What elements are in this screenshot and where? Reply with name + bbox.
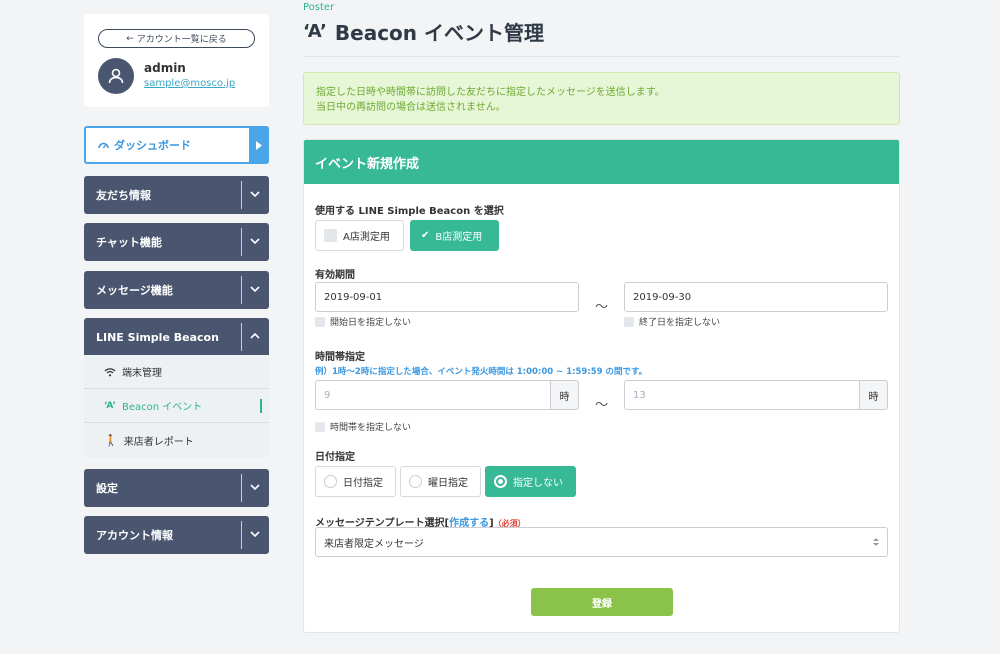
chevron-down-icon xyxy=(250,531,260,538)
day-option-label: 指定しない xyxy=(513,478,563,489)
radio-icon xyxy=(324,475,337,488)
period-label: 有効期間 xyxy=(315,270,355,281)
beacon-select-label: 使用する LINE Simple Beacon を選択 xyxy=(315,206,504,217)
checkbox-icon xyxy=(324,229,337,242)
profile-card: ← アカウント一覧に戻る admin sample@mosco.jp xyxy=(84,14,269,107)
sidebar: ← アカウント一覧に戻る admin sample@mosco.jp ダッシュボ… xyxy=(0,0,285,654)
select-arrows-icon xyxy=(873,538,879,546)
time-end-input[interactable]: 13 xyxy=(624,380,860,410)
dashboard-gauge-icon xyxy=(98,142,109,149)
checkbox-label: 終了日を指定しない xyxy=(639,318,721,328)
sidebar-item-label: 設定 xyxy=(96,482,118,495)
beacon-option-b[interactable]: ✔ B店測定用 xyxy=(410,220,499,251)
no-end-checkbox[interactable]: 終了日を指定しない xyxy=(624,315,720,328)
user-icon xyxy=(108,68,124,84)
subitem-label: 来店者レポート xyxy=(123,436,194,448)
subitem-label: 端末管理 xyxy=(122,368,162,379)
subitem-label: Beacon イベント xyxy=(121,402,203,413)
page-title: ‘A’ Beacon イベント管理 xyxy=(303,17,544,46)
divider xyxy=(303,56,900,57)
avatar xyxy=(98,58,134,94)
hour-unit: 時 xyxy=(551,380,579,410)
page-title-text: Beacon イベント管理 xyxy=(334,21,544,45)
no-start-checkbox[interactable]: 開始日を指定しない xyxy=(315,315,411,328)
card-title: イベント新規作成 xyxy=(304,140,899,184)
walking-person-icon: 🚶 xyxy=(104,433,118,447)
range-separator: 〜 xyxy=(595,398,609,413)
chevron-down-icon xyxy=(250,191,260,198)
back-to-accounts-button[interactable]: ← アカウント一覧に戻る xyxy=(98,29,255,48)
checkmark-icon: ✔ xyxy=(421,230,430,241)
start-date-input[interactable]: 2019-09-01 xyxy=(315,282,579,312)
day-option-label: 日付指定 xyxy=(343,478,383,489)
radio-icon xyxy=(409,475,422,488)
beacon-option-a[interactable]: A店測定用 xyxy=(315,220,404,251)
register-button[interactable]: 登録 xyxy=(531,588,673,616)
template-select[interactable]: 来店者限定メッセージ xyxy=(315,527,888,557)
beacon-option-label: B店測定用 xyxy=(435,232,483,243)
sidebar-item-label: チャット機能 xyxy=(96,236,162,249)
sidebar-item-friends[interactable]: 友だち情報 xyxy=(84,176,269,214)
sidebar-item-beacon[interactable]: LINE Simple Beacon xyxy=(84,318,269,356)
divider xyxy=(241,181,242,209)
active-indicator xyxy=(260,399,262,413)
time-hint: 例）1時〜2時に指定した場合、イベント発火時間は 1:00:00 ~ 1:59:… xyxy=(315,367,648,377)
sidebar-subitem-visitor-report[interactable]: 🚶 来店者レポート xyxy=(84,423,269,457)
end-date-input[interactable]: 2019-09-30 xyxy=(624,282,888,312)
divider xyxy=(241,323,242,351)
sidebar-item-label: メッセージ機能 xyxy=(96,284,173,297)
sidebar-item-label: アカウント情報 xyxy=(96,529,173,542)
divider xyxy=(241,521,242,549)
user-email[interactable]: sample@mosco.jp xyxy=(144,78,235,89)
time-label: 時間帯指定 xyxy=(315,352,365,363)
arrow-left-icon: ← xyxy=(126,33,134,44)
sidebar-item-label: ダッシュボード xyxy=(114,139,191,152)
sidebar-item-settings[interactable]: 設定 xyxy=(84,469,269,507)
chevron-down-icon xyxy=(250,286,260,293)
beacon-icon: ‘A’ xyxy=(303,21,327,42)
checkbox-icon xyxy=(624,316,634,327)
sidebar-item-label: 友だち情報 xyxy=(96,189,151,202)
breadcrumb[interactable]: Poster xyxy=(303,2,334,13)
sidebar-subitem-beacon-event[interactable]: ‘A’ Beacon イベント xyxy=(84,389,269,423)
template-selected-value: 来店者限定メッセージ xyxy=(324,538,424,550)
divider xyxy=(241,276,242,304)
checkbox-icon xyxy=(315,316,325,327)
beacon-icon: ‘A’ xyxy=(104,400,116,411)
sidebar-item-chat[interactable]: チャット機能 xyxy=(84,223,269,261)
divider xyxy=(241,474,242,502)
day-label: 日付指定 xyxy=(315,452,355,463)
wifi-icon xyxy=(104,367,116,376)
time-start-input[interactable]: 9 xyxy=(315,380,551,410)
info-notice: 指定した日時や時間帯に訪問した友だちに指定したメッセージを送信します。 当日中の… xyxy=(303,72,900,125)
range-separator: 〜 xyxy=(595,300,609,315)
hour-unit: 時 xyxy=(860,380,888,410)
user-name: admin xyxy=(144,61,186,75)
beacon-option-label: A店測定用 xyxy=(343,232,390,243)
beacon-submenu: 端末管理 ‘A’ Beacon イベント 🚶 来店者レポート xyxy=(84,355,269,458)
notice-line-2: 当日中の再訪問の場合は送信されません。 xyxy=(316,102,506,113)
no-time-checkbox[interactable]: 時間帯を指定しない xyxy=(315,420,411,433)
sidebar-item-dashboard[interactable]: ダッシュボード xyxy=(84,126,269,164)
checkbox-icon xyxy=(315,421,325,432)
day-option-weekday[interactable]: 曜日指定 xyxy=(400,466,481,497)
day-option-date[interactable]: 日付指定 xyxy=(315,466,396,497)
event-create-card: イベント新規作成 使用する LINE Simple Beacon を選択 A店測… xyxy=(303,139,900,633)
sidebar-item-account[interactable]: アカウント情報 xyxy=(84,516,269,554)
checkbox-label: 時間帯を指定しない xyxy=(330,423,412,433)
sidebar-item-label: LINE Simple Beacon xyxy=(96,330,219,344)
sidebar-item-message[interactable]: メッセージ機能 xyxy=(84,271,269,309)
divider xyxy=(241,228,242,256)
radio-selected-icon xyxy=(494,475,507,488)
sidebar-subitem-devices[interactable]: 端末管理 xyxy=(84,355,269,389)
notice-line-1: 指定した日時や時間帯に訪問した友だちに指定したメッセージを送信します。 xyxy=(316,87,665,98)
chevron-down-icon xyxy=(250,238,260,245)
checkbox-label: 開始日を指定しない xyxy=(330,318,412,328)
chevron-up-icon xyxy=(250,332,260,339)
caret-right-icon xyxy=(249,126,269,164)
day-option-none[interactable]: 指定しない xyxy=(485,466,576,497)
day-option-label: 曜日指定 xyxy=(428,478,468,489)
chevron-down-icon xyxy=(250,484,260,491)
back-button-label: アカウント一覧に戻る xyxy=(136,35,227,45)
